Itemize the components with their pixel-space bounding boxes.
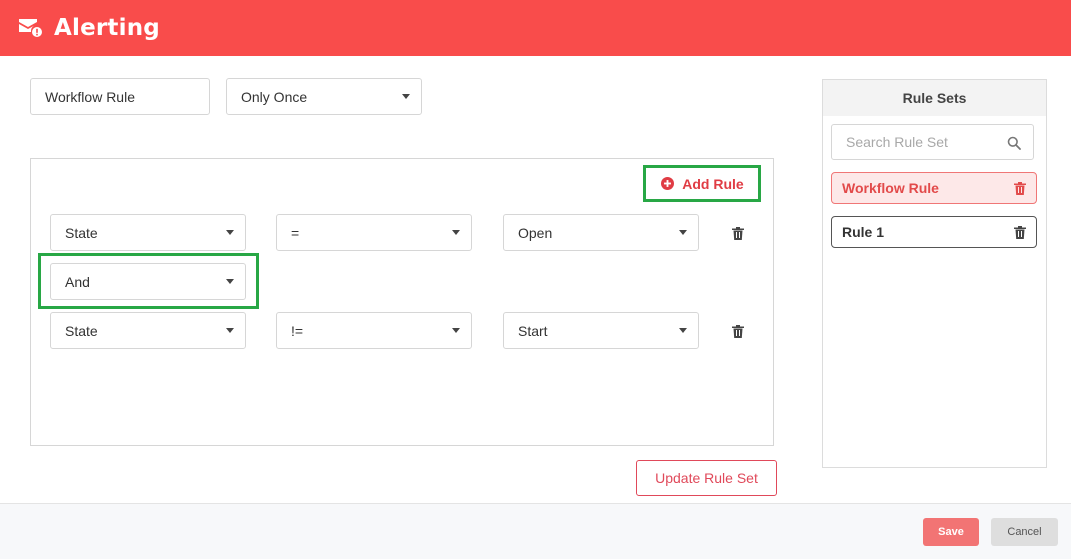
condition-1-value-select[interactable]: Open: [503, 214, 699, 251]
frequency-value: Only Once: [241, 88, 308, 105]
cancel-button[interactable]: Cancel: [991, 518, 1058, 546]
search-placeholder: Search Rule Set: [846, 134, 948, 150]
connector-select[interactable]: And: [50, 263, 246, 300]
footer-bar: [0, 503, 1071, 559]
condition-2-operator-select[interactable]: !=: [276, 312, 472, 349]
connector-value: And: [65, 273, 90, 290]
add-rule-label: Add Rule: [682, 175, 744, 192]
page-title: Alerting: [54, 15, 160, 41]
rule-set-item-rule-1[interactable]: Rule 1: [831, 216, 1037, 248]
condition-1-operator-select[interactable]: =: [276, 214, 472, 251]
condition-1-field-select[interactable]: State: [50, 214, 246, 251]
caret-down-icon: [679, 230, 687, 235]
update-rule-set-button[interactable]: Update Rule Set: [636, 460, 777, 496]
add-rule-button[interactable]: Add Rule: [646, 167, 759, 200]
rule-sets-title: Rule Sets: [823, 80, 1046, 116]
condition-2-value: Start: [518, 322, 548, 339]
app-header: Alerting: [0, 0, 1071, 56]
rule-sets-panel: Rule Sets Search Rule Set Workflow Rule …: [822, 79, 1047, 468]
condition-2-operator: !=: [291, 322, 304, 339]
caret-down-icon: [679, 328, 687, 333]
search-icon[interactable]: [1007, 136, 1021, 150]
caret-down-icon: [226, 230, 234, 235]
frequency-select[interactable]: Only Once: [226, 78, 422, 115]
condition-2-field-select[interactable]: State: [50, 312, 246, 349]
condition-1-field: State: [65, 224, 98, 241]
mail-alert-icon: [19, 19, 42, 37]
delete-condition-2-icon[interactable]: [732, 325, 744, 338]
save-button[interactable]: Save: [923, 518, 979, 546]
plus-circle-icon: [661, 177, 675, 190]
condition-2-field: State: [65, 322, 98, 339]
rule-set-search-input[interactable]: Search Rule Set: [831, 124, 1034, 160]
caret-down-icon: [226, 328, 234, 333]
caret-down-icon: [452, 230, 460, 235]
rule-name-value: Workflow Rule: [45, 88, 135, 105]
delete-rule-set-icon[interactable]: [1014, 182, 1026, 195]
condition-2-value-select[interactable]: Start: [503, 312, 699, 349]
rule-set-label: Rule 1: [842, 224, 885, 240]
rule-name-input[interactable]: Workflow Rule: [30, 78, 210, 115]
delete-condition-1-icon[interactable]: [732, 227, 744, 240]
caret-down-icon: [402, 94, 410, 99]
rule-builder-panel: [30, 158, 774, 446]
caret-down-icon: [226, 279, 234, 284]
condition-1-operator: =: [291, 224, 300, 241]
condition-1-value: Open: [518, 224, 553, 241]
caret-down-icon: [452, 328, 460, 333]
rule-set-item-workflow-rule[interactable]: Workflow Rule: [831, 172, 1037, 204]
rule-set-label: Workflow Rule: [842, 180, 939, 196]
delete-rule-set-icon[interactable]: [1014, 226, 1026, 239]
